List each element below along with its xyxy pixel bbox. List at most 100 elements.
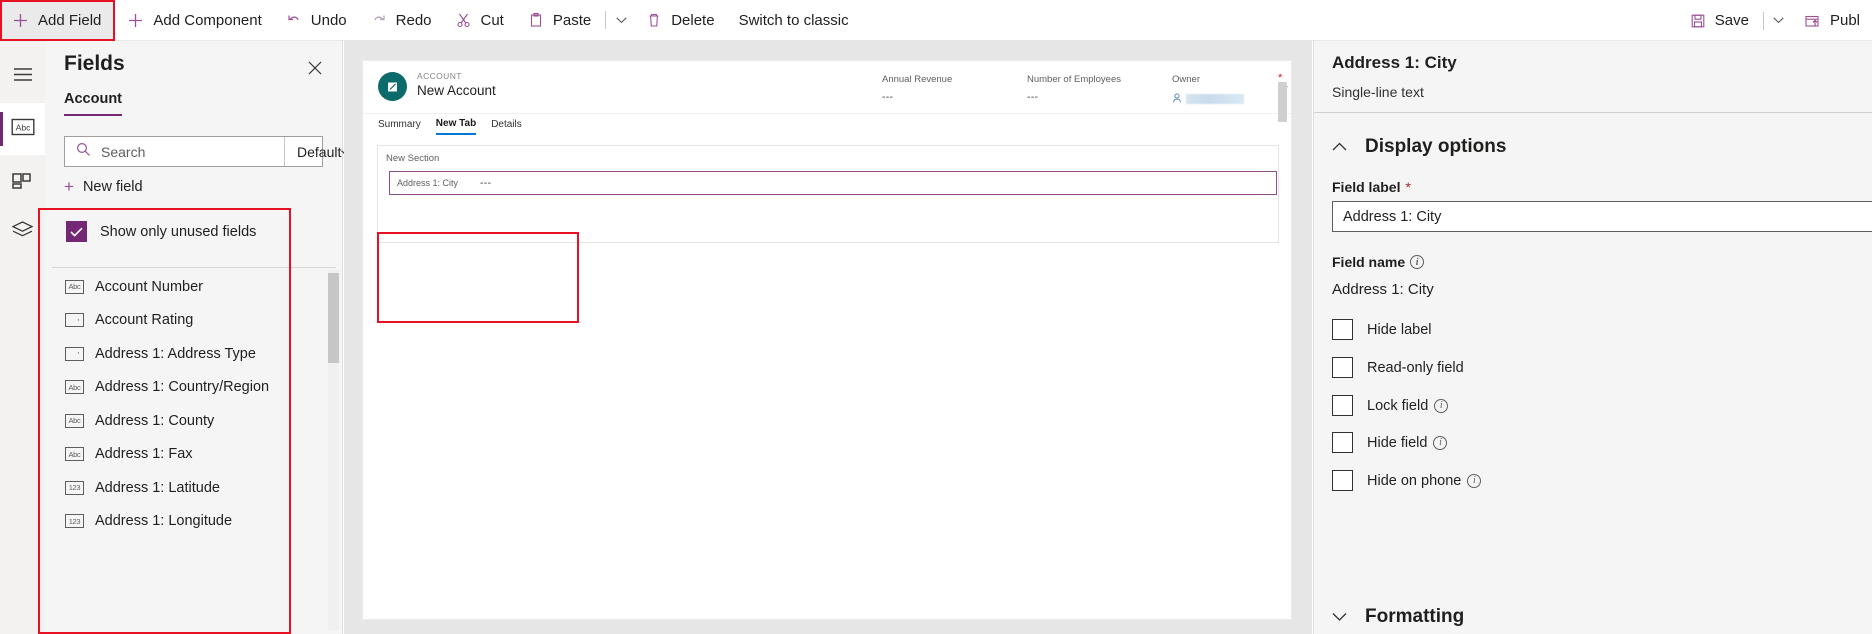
form-tab-summary[interactable]: Summary [378, 119, 421, 134]
info-icon[interactable]: i [1467, 473, 1482, 488]
formatting-section-header[interactable]: Formatting [1332, 606, 1464, 628]
form-section[interactable]: New Section Address 1: City --- [377, 145, 1279, 243]
rail-item-components[interactable] [0, 155, 45, 207]
search-container [65, 137, 284, 166]
text-field-icon: Abc [65, 413, 84, 428]
checkbox-checked-icon [66, 221, 87, 242]
checkbox-label: Hide on phone [1367, 472, 1462, 489]
display-options-section-header[interactable]: Display options [1332, 136, 1506, 158]
header-field-annual-revenue[interactable]: Annual Revenue --- [882, 74, 952, 103]
number-field-icon: 123 [65, 514, 84, 529]
field-label-input[interactable] [1332, 201, 1872, 232]
tab-account[interactable]: Account [64, 91, 122, 116]
list-item-label: Address 1: Latitude [95, 479, 220, 496]
search-input[interactable] [99, 142, 284, 161]
divider [1762, 11, 1764, 30]
close-icon[interactable] [302, 55, 328, 81]
form-tab-new-tab[interactable]: New Tab [435, 118, 477, 135]
read-only-field-checkbox[interactable]: Read-only field [1332, 357, 1464, 378]
text-field-icon: Abc [65, 279, 84, 294]
list-item[interactable]: · Address 1: Address Type [52, 337, 336, 371]
list-item[interactable]: Abc Address 1: Country/Region [52, 371, 336, 405]
list-item[interactable]: · Account Rating [52, 304, 336, 338]
search-icon [76, 142, 91, 162]
publish-label: Publ [1829, 12, 1860, 29]
canvas-scrollbar-thumb[interactable] [1278, 82, 1287, 122]
switch-to-classic-button[interactable]: Switch to classic [727, 0, 861, 41]
field-name-value: Address 1: City [1332, 281, 1434, 298]
trash-icon [646, 12, 662, 28]
hide-field-text: Hide field i [1367, 435, 1448, 451]
publish-button[interactable]: Publ [1792, 0, 1872, 41]
cut-button[interactable]: Cut [444, 0, 516, 41]
paste-options-chevron-down-icon[interactable] [608, 0, 634, 41]
checkbox-label: Lock field [1367, 397, 1429, 414]
field-name-label: Field name i [1332, 254, 1425, 270]
new-field-button[interactable]: + New field [64, 178, 143, 195]
clipboard-icon [528, 12, 544, 28]
show-only-unused-fields-checkbox[interactable]: Show only unused fields [66, 221, 256, 242]
delete-button[interactable]: Delete [634, 0, 726, 41]
hide-field-checkbox[interactable]: Hide field i [1332, 432, 1448, 453]
form-field-address1-city[interactable]: Address 1: City --- [389, 171, 1277, 195]
properties-panel: Address 1: City Single-line text Display… [1313, 41, 1872, 634]
hide-on-phone-checkbox[interactable]: Hide on phone i [1332, 470, 1482, 491]
header-field-number-of-employees[interactable]: Number of Employees --- [1027, 74, 1121, 103]
add-component-button[interactable]: Add Component [115, 0, 273, 41]
layers-icon [11, 221, 34, 245]
text-field-icon: Abc [65, 447, 84, 462]
rail-item-layers[interactable] [0, 207, 45, 259]
list-item[interactable]: Abc Account Number [52, 270, 336, 304]
highlight-box-section [377, 232, 579, 323]
info-icon[interactable]: i [1410, 255, 1425, 269]
paste-button[interactable]: Paste [516, 0, 603, 41]
number-field-icon: 123 [65, 480, 84, 495]
header-field-label: Number of Employees [1027, 74, 1121, 85]
rail-item-fields[interactable]: Abc [0, 103, 45, 155]
field-filter-value: Default [297, 143, 342, 160]
list-item-label: Address 1: Address Type [95, 345, 256, 362]
command-bar: Add Field Add Component Undo Redo Cut Pa… [0, 0, 1872, 41]
publish-upload-icon [1804, 13, 1821, 29]
save-button[interactable]: Save [1678, 0, 1761, 41]
checkbox-unchecked-icon [1332, 432, 1353, 453]
save-disk-icon [1690, 13, 1706, 29]
add-component-label: Add Component [153, 11, 262, 29]
record-name: New Account [417, 83, 496, 98]
display-options-label: Display options [1365, 136, 1507, 157]
add-field-button[interactable]: Add Field [0, 0, 116, 41]
checkbox-label: Read-only field [1367, 359, 1464, 376]
list-item[interactable]: 123 Address 1: Longitude [52, 505, 336, 539]
list-item-label: Address 1: County [95, 412, 215, 429]
form-field-label: Address 1: City [397, 178, 459, 188]
form-canvas: ACCOUNT New Account Annual Revenue --- N… [344, 41, 1312, 634]
list-item-label: Address 1: Fax [95, 446, 193, 463]
redo-button[interactable]: Redo [359, 0, 444, 41]
header-field-owner[interactable]: Owner [1172, 74, 1244, 108]
save-options-chevron-down-icon[interactable] [1766, 0, 1792, 41]
lock-field-checkbox[interactable]: Lock field i [1332, 395, 1449, 416]
rail-item-hamburger[interactable] [0, 51, 45, 103]
info-icon[interactable]: i [1433, 435, 1448, 450]
hide-label-checkbox[interactable]: Hide label [1332, 319, 1432, 340]
info-icon[interactable]: i [1434, 398, 1449, 413]
account-avatar-icon [378, 72, 407, 101]
plus-icon: + [64, 177, 74, 196]
optionset-field-icon: · [65, 346, 84, 361]
form-tab-details[interactable]: Details [491, 119, 522, 134]
lock-field-text: Lock field i [1367, 397, 1449, 414]
divider [605, 11, 607, 29]
text-field-icon: Abc [65, 380, 84, 395]
list-item-label: Account Rating [95, 312, 194, 329]
command-bar-right: Save Publ [1678, 0, 1872, 41]
header-field-value: --- [882, 92, 894, 103]
undo-button[interactable]: Undo [274, 0, 359, 41]
list-item[interactable]: 123 Address 1: Latitude [52, 471, 336, 505]
list-item[interactable]: Abc Address 1: County [52, 404, 336, 438]
required-asterisk-icon: * [1405, 179, 1411, 195]
form-preview-card: ACCOUNT New Account Annual Revenue --- N… [362, 60, 1292, 620]
properties-subtitle: Single-line text [1332, 84, 1424, 100]
entity-type-label: ACCOUNT [417, 71, 462, 81]
form-tabs: Summary New Tab Details [363, 114, 1291, 138]
list-item[interactable]: Abc Address 1: Fax [52, 438, 336, 472]
